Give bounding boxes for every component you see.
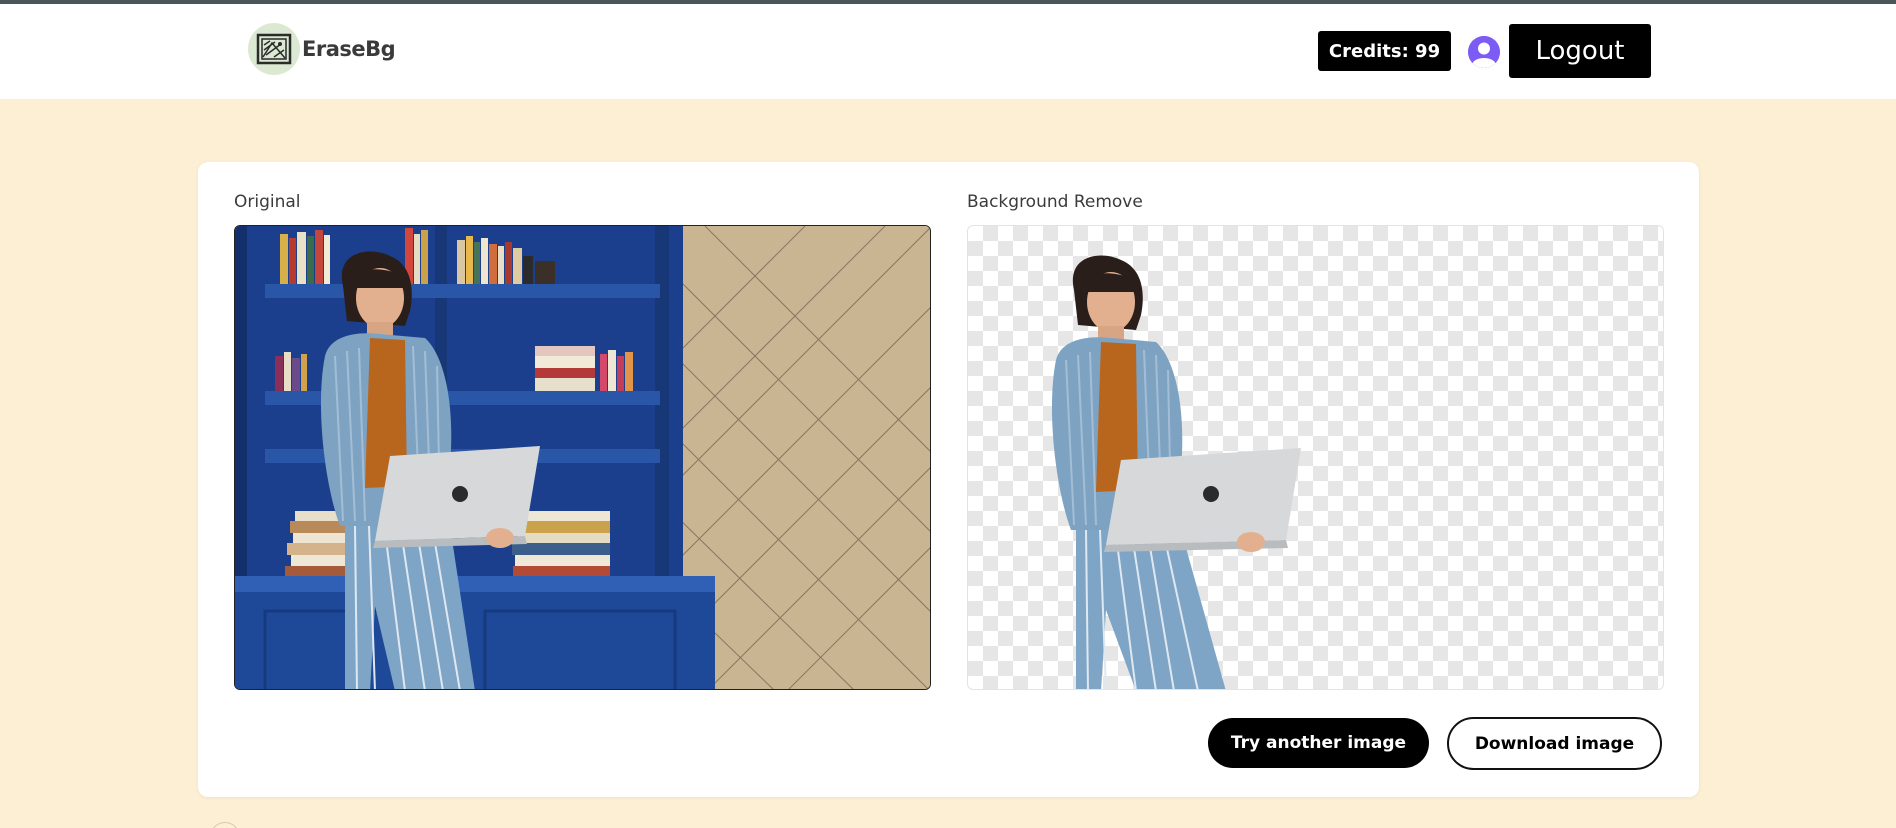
logout-button[interactable]: Logout bbox=[1509, 24, 1651, 78]
brand-logo[interactable]: EraseBg bbox=[248, 23, 396, 75]
picture-frame-icon bbox=[248, 23, 300, 75]
download-image-button[interactable]: Download image bbox=[1447, 717, 1662, 770]
user-avatar-icon[interactable] bbox=[1468, 36, 1500, 68]
app-name: EraseBg bbox=[302, 37, 396, 61]
partial-circle-decoration bbox=[210, 822, 240, 828]
background-removed-label: Background Remove bbox=[967, 192, 1143, 212]
original-label: Original bbox=[234, 192, 301, 212]
original-image bbox=[234, 225, 931, 690]
top-header: EraseBg Credits: 99 Logout bbox=[0, 4, 1896, 99]
credits-badge: Credits: 99 bbox=[1318, 31, 1451, 71]
background-removed-image bbox=[967, 225, 1664, 690]
result-card: Original Background Remove Try another i… bbox=[198, 162, 1699, 797]
try-another-image-button[interactable]: Try another image bbox=[1208, 718, 1429, 768]
